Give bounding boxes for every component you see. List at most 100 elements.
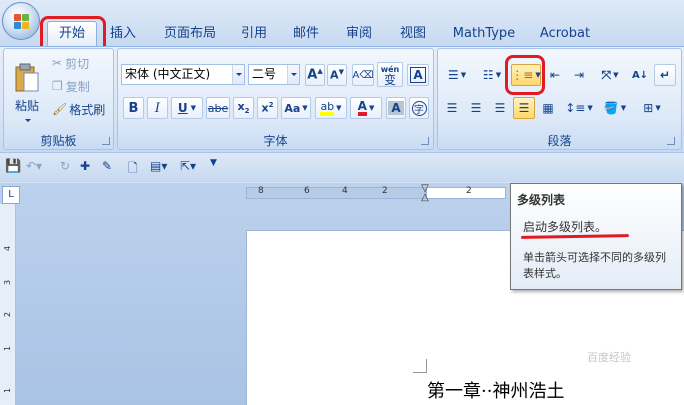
- change-case-icon: Aa: [284, 101, 301, 115]
- italic-button[interactable]: I: [147, 97, 168, 119]
- clear-format-button[interactable]: A⌫: [352, 64, 374, 86]
- align-right-icon: ☰: [494, 101, 506, 115]
- chinese-layout-button[interactable]: ⤧ ▼: [594, 64, 626, 86]
- copy-button[interactable]: ❐ 复制: [51, 75, 109, 97]
- tab-page-layout[interactable]: 页面布局: [158, 22, 222, 46]
- phonetic-guide-button[interactable]: wén 变: [377, 62, 403, 87]
- justify-button[interactable]: ☰: [513, 97, 535, 119]
- decrease-indent-button[interactable]: ⇤: [544, 64, 566, 86]
- pointer-icon[interactable]: ⇱▾: [180, 159, 196, 173]
- underline-button[interactable]: U ▼: [171, 97, 203, 119]
- multilevel-list-tooltip: 多级列表 启动多级列表。 单击箭头可选择不同的多级列表样式。: [510, 183, 682, 290]
- enclose-characters-icon: 字: [411, 100, 427, 116]
- align-right-button[interactable]: ☰: [489, 97, 511, 119]
- show-formatting-marks-button[interactable]: ↵: [654, 64, 676, 86]
- numbering-button[interactable]: ☷ ▼: [476, 64, 508, 86]
- increase-indent-icon: ⇥: [573, 68, 585, 82]
- numbering-dropdown-icon[interactable]: ▼: [496, 71, 501, 79]
- increase-indent-button[interactable]: ⇥: [568, 64, 590, 86]
- underline-dropdown-icon[interactable]: ▼: [191, 104, 196, 112]
- change-case-button[interactable]: Aa ▼: [281, 97, 311, 119]
- enclose-characters-button[interactable]: 字: [409, 97, 429, 119]
- strikethrough-icon: abe: [207, 101, 229, 115]
- ruler-tick: 2: [382, 186, 388, 196]
- office-button[interactable]: [2, 2, 40, 40]
- shrink-font-button[interactable]: A▼: [327, 64, 347, 86]
- paint-bucket-icon: 🪣: [603, 101, 619, 115]
- paste-button[interactable]: 粘贴: [7, 52, 47, 124]
- font-name-dropdown[interactable]: [232, 65, 244, 84]
- bullets-dropdown-icon[interactable]: ▼: [461, 71, 466, 79]
- highlight-dropdown-icon[interactable]: ▼: [336, 104, 341, 112]
- font-name-combo[interactable]: 宋体 (中文正文): [121, 64, 245, 85]
- undo-icon[interactable]: ↶▾: [26, 159, 42, 173]
- tooltip-description: 启动多级列表。: [523, 220, 608, 234]
- highlight-color-button[interactable]: ab ▼: [315, 97, 347, 119]
- draw-table-icon[interactable]: ✚: [80, 159, 90, 173]
- ruler-margin-left: [246, 187, 426, 199]
- superscript-button[interactable]: x2: [257, 97, 278, 119]
- redo-icon[interactable]: ↻: [60, 159, 70, 173]
- grow-font-button[interactable]: A▲: [305, 64, 325, 86]
- cut-button[interactable]: ✂ 剪切: [51, 52, 109, 74]
- distributed-button[interactable]: ▦: [537, 97, 559, 119]
- character-shading-button[interactable]: A: [386, 97, 406, 119]
- borders-button[interactable]: ⊞ ▼: [635, 97, 669, 119]
- clipboard-launcher-icon[interactable]: [102, 137, 110, 145]
- subscript-button[interactable]: x2: [233, 97, 254, 119]
- underline-icon: U: [177, 101, 188, 115]
- clipboard-group-label: 剪贴板: [40, 134, 77, 148]
- align-left-button[interactable]: ☰: [441, 97, 463, 119]
- font-color-button[interactable]: A ▼: [350, 97, 382, 119]
- customize-qat-icon[interactable]: ▼: [210, 158, 217, 168]
- new-document-icon[interactable]: 🗋: [128, 159, 138, 180]
- highlight-multilevel-list: [505, 55, 545, 95]
- paragraph-launcher-icon[interactable]: [667, 137, 675, 145]
- shading-button[interactable]: 🪣 ▼: [598, 97, 632, 119]
- tab-insert[interactable]: 插入: [103, 22, 143, 46]
- shading-dropdown-icon[interactable]: ▼: [621, 104, 626, 112]
- decrease-indent-icon: ⇤: [549, 68, 561, 82]
- ruler-tick: 8: [258, 186, 264, 196]
- font-size-dropdown[interactable]: [287, 65, 299, 84]
- tooltip-underline-annotation: [520, 234, 630, 239]
- print-preview-icon[interactable]: ▤▾: [150, 159, 167, 173]
- line-spacing-button[interactable]: ↕≡ ▼: [563, 97, 595, 119]
- edit-icon[interactable]: ✎: [102, 159, 112, 173]
- chinese-layout-dropdown-icon[interactable]: ▼: [613, 71, 618, 79]
- vruler-tick: 4: [3, 245, 13, 252]
- vertical-ruler: 4 3 2 1 1: [0, 204, 16, 405]
- tab-mailings[interactable]: 邮件: [288, 22, 324, 46]
- align-center-button[interactable]: ☰: [465, 97, 487, 119]
- font-launcher-icon[interactable]: [421, 137, 429, 145]
- document-heading[interactable]: 第一章··神州浩土: [427, 377, 564, 403]
- tab-acrobat[interactable]: Acrobat: [535, 22, 595, 46]
- bullets-button[interactable]: ☰ ▼: [441, 64, 473, 86]
- chinese-layout-icon: ⤧: [601, 67, 612, 82]
- change-case-dropdown-icon[interactable]: ▼: [302, 104, 307, 112]
- clear-format-icon: A⌫: [352, 69, 374, 81]
- tab-references[interactable]: 引用: [236, 22, 272, 46]
- format-painter-button[interactable]: 🖌 格式刷: [51, 98, 113, 120]
- font-group-label: 字体: [263, 134, 288, 148]
- tab-view[interactable]: 视图: [393, 22, 433, 46]
- font-color-dropdown-icon[interactable]: ▼: [369, 104, 374, 112]
- save-icon[interactable]: 💾: [5, 159, 21, 174]
- character-border-icon: A: [410, 67, 426, 83]
- font-size-combo[interactable]: 二号: [248, 64, 300, 85]
- borders-dropdown-icon[interactable]: ▼: [655, 104, 660, 112]
- line-spacing-icon: ↕≡: [565, 101, 586, 115]
- font-group: 宋体 (中文正文) 二号 A▲ A▼ A⌫ wén 变 A B I U ▼ abe…: [117, 48, 434, 150]
- tab-mathtype[interactable]: MathType: [449, 22, 519, 46]
- line-spacing-dropdown-icon[interactable]: ▼: [587, 104, 592, 112]
- character-border-button[interactable]: A: [407, 64, 429, 86]
- sort-button[interactable]: A↓: [629, 64, 651, 86]
- strikethrough-button[interactable]: abe: [206, 97, 230, 119]
- tab-review[interactable]: 审阅: [341, 22, 377, 46]
- show-formatting-marks-icon: ↵: [659, 68, 671, 82]
- font-name-value: 宋体 (中文正文): [125, 67, 211, 81]
- phonetic-guide-char: 变: [383, 72, 396, 87]
- indent-marker-icon[interactable]: ▽ △: [420, 184, 430, 203]
- tab-selector-icon[interactable]: L: [2, 186, 20, 204]
- bold-button[interactable]: B: [123, 97, 144, 119]
